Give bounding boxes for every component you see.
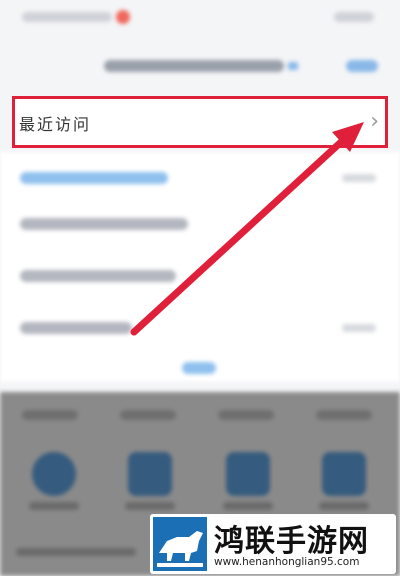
shortcut-tile-label [29, 502, 79, 510]
title-bar [0, 44, 400, 84]
recent-visits-label: 最近访问 [19, 115, 92, 134]
list-item-meta [342, 324, 376, 332]
shortcut-tile-icon[interactable] [226, 452, 270, 496]
tab[interactable] [316, 410, 372, 420]
view-more-link[interactable] [182, 362, 216, 374]
recent-visits-row[interactable]: 最近访问 › [12, 96, 388, 148]
shortcut-tile-icon[interactable] [322, 452, 366, 496]
page-title[interactable] [104, 60, 284, 72]
chevron-down-icon[interactable] [288, 62, 298, 70]
status-time [22, 12, 112, 22]
shortcut-tile-label [125, 502, 175, 510]
recent-list [0, 152, 400, 382]
status-bar [0, 0, 400, 40]
watermark: 鸿联手游网 www.henanhonglian95.com [150, 514, 396, 574]
list-item-meta [342, 174, 376, 182]
chevron-right-icon: › [370, 109, 379, 134]
watermark-title: 鸿联手游网 [214, 524, 369, 559]
watermark-url: www.henanhonglian95.com [214, 556, 360, 568]
shortcut-tile-icon[interactable] [32, 452, 76, 496]
tab[interactable] [218, 410, 274, 420]
notification-dot [116, 10, 130, 24]
list-item[interactable] [0, 250, 400, 302]
shortcut-tile-label [223, 502, 273, 510]
shortcut-tile-icon[interactable] [128, 452, 172, 496]
battery-icon [334, 12, 374, 22]
list-item-label [20, 172, 168, 184]
tab[interactable] [120, 410, 176, 420]
list-item-label [20, 322, 132, 334]
tab[interactable] [22, 410, 78, 420]
bull-logo-icon [153, 517, 207, 571]
list-item[interactable] [0, 152, 400, 204]
list-item[interactable] [0, 302, 400, 354]
list-item-label [20, 218, 188, 230]
list-item[interactable] [0, 198, 400, 250]
list-item-label [20, 270, 176, 282]
footer-text [16, 548, 136, 556]
shortcut-tile-label [319, 502, 369, 510]
header-action-button[interactable] [346, 60, 378, 72]
